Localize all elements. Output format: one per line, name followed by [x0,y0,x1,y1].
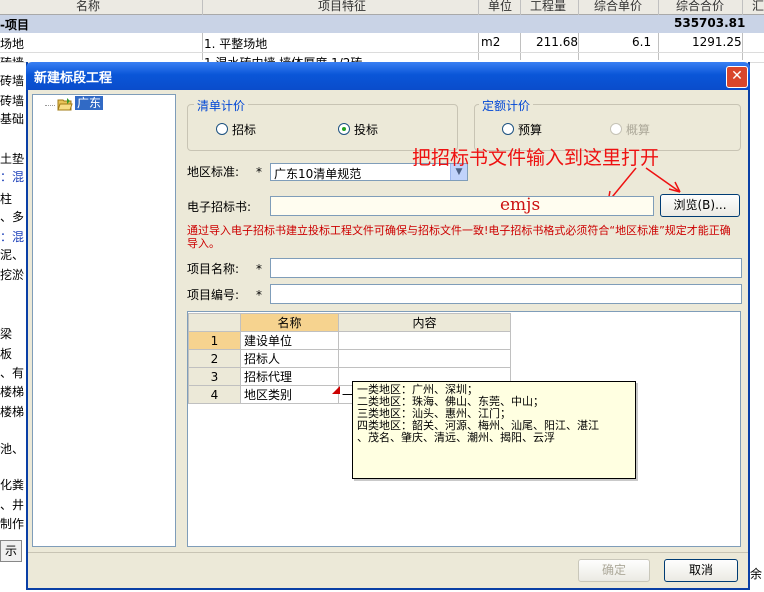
grid-row-number: 3 [188,367,241,386]
col-header-qty: 工程量 [530,0,567,13]
total-row-amount: 535703.81 [674,16,746,30]
sheet-left-label: ：混 [0,170,25,184]
grid-row-number: 4 [188,385,241,404]
ebid-file-input[interactable]: emjs [270,195,654,216]
project-code-input[interactable] [270,284,742,304]
sheet-left-label: 楼梯 [0,405,25,419]
required-mark: * [256,165,262,179]
grid-cell-name[interactable]: 招标代理 [240,367,339,386]
col-header-name: 名称 [76,0,101,13]
sheet-left-label: 楼梯 [0,385,25,399]
radio-bid-invite[interactable] [216,123,228,135]
region-standard-label: 地区标准: [187,165,240,179]
col-header-total: 综合合价 [676,0,725,13]
col-header-unit-price: 综合单价 [594,0,643,13]
sheet-left-label: 池、 [0,442,25,456]
sheet-left-label: 、井 [0,498,25,512]
sheet-left-label: 挖淤 [0,268,25,282]
grid-row-number: 2 [188,349,241,368]
required-mark: * [256,288,262,302]
radio-bid-tender[interactable] [338,123,350,135]
grid-cell-name[interactable]: 建设单位 [240,331,339,350]
ok-button[interactable]: 确定 [578,559,650,582]
sheet-left-label: ：混 [0,230,25,244]
project-name-label: 项目名称: [187,262,240,276]
radio-bid-tender-label[interactable]: 投标 [354,121,378,138]
cancel-button[interactable]: 取消 [664,559,738,582]
sheet-left-label: 土垫 [0,152,25,166]
grid-header-name[interactable]: 名称 [240,313,339,332]
ebid-file-value: emjs [500,195,541,215]
region-category-tooltip: 一类地区：广州、深圳； 二类地区：珠海、佛山、东莞、中山； 三类地区：汕头、惠州… [352,381,636,479]
sheet-total-row[interactable]: -项目 535703.81 [0,15,764,33]
close-icon: ✕ [731,68,743,84]
radio-estimate[interactable] [610,123,622,135]
quota-pricing-group-title: 定额计价 [479,97,534,114]
import-note: 通过导入电子招标书建立投标工程文件可确保与招标文件一致!电子招标书格式必须符合“… [187,224,731,250]
col-header-unit: 单位 [488,0,513,13]
sheet-left-label: 化粪 [0,478,25,492]
tooltip-line: 、茂名、肇庆、清远、潮州、揭阳、云浮 [357,431,555,444]
dialog-title-bar[interactable]: 新建标段工程 [26,62,750,90]
sheet-left-label: 柱 [0,192,13,206]
ebid-file-label: 电子招标书: [187,200,252,214]
grid-row[interactable]: 2 招标人 [188,349,511,368]
close-button[interactable]: ✕ [726,66,748,88]
sheet-left-label: 砖墙 [0,74,25,88]
grid-header-content[interactable]: 内容 [338,313,511,332]
bill-pricing-group-title: 清单计价 [194,97,249,114]
sheet-left-label: 制作 [0,517,25,531]
grid-cell-content[interactable] [338,349,511,368]
grid-row[interactable]: 1 建设单位 [188,331,511,350]
browse-button[interactable]: 浏览(B)... [660,194,740,217]
region-tree[interactable]: 广东 [32,94,176,547]
sheet-left-label: 泥、 [0,248,25,262]
total-row-label: -项目 [0,18,29,32]
grid-cell-content[interactable] [338,331,511,350]
radio-budget[interactable] [502,123,514,135]
tree-item-guangdong[interactable]: 广东 [75,96,104,110]
sheet-left-label: 基础 [0,112,25,126]
grid-cell-name[interactable]: 招标人 [240,349,339,368]
grid-corner [188,313,241,332]
radio-budget-label[interactable]: 预算 [518,121,542,138]
sheet-left-label: 板 [0,347,13,361]
project-name-input[interactable] [270,258,742,278]
radio-bid-invite-label[interactable]: 招标 [232,121,256,138]
col-header-feature: 项目特征 [318,0,367,13]
sheet-right-edge-text: 余 [750,567,763,581]
required-mark: * [256,262,262,276]
sheet-left-label: 、有 [0,366,25,380]
open-folder-icon [57,98,73,111]
grid-cell-name[interactable]: 地区类别 [240,385,339,404]
dialog-title: 新建标段工程 [34,71,113,86]
sheet-row[interactable]: 场地 1. 平整场地 m2 211.68 6.1 1291.25 [0,34,764,53]
sheet-bottom-tab[interactable]: 示 [0,540,22,562]
sheet-left-label: 梁 [0,327,13,341]
grid-row-number: 1 [188,331,241,350]
sheet-left-label: 、多 [0,210,25,224]
col-header-extra: 汇 [752,0,764,13]
sheet-header: 名称 项目特征 单位 工程量 综合单价 综合合价 汇 [0,0,764,15]
region-standard-value: 广东10清单规范 [274,167,362,181]
sheet-left-label: 砖墙 [0,94,25,108]
grid-header-row: 名称 内容 [188,313,511,332]
comment-marker-icon [332,386,340,394]
radio-estimate-label[interactable]: 概算 [626,121,650,138]
project-code-label: 项目编号: [187,288,240,302]
